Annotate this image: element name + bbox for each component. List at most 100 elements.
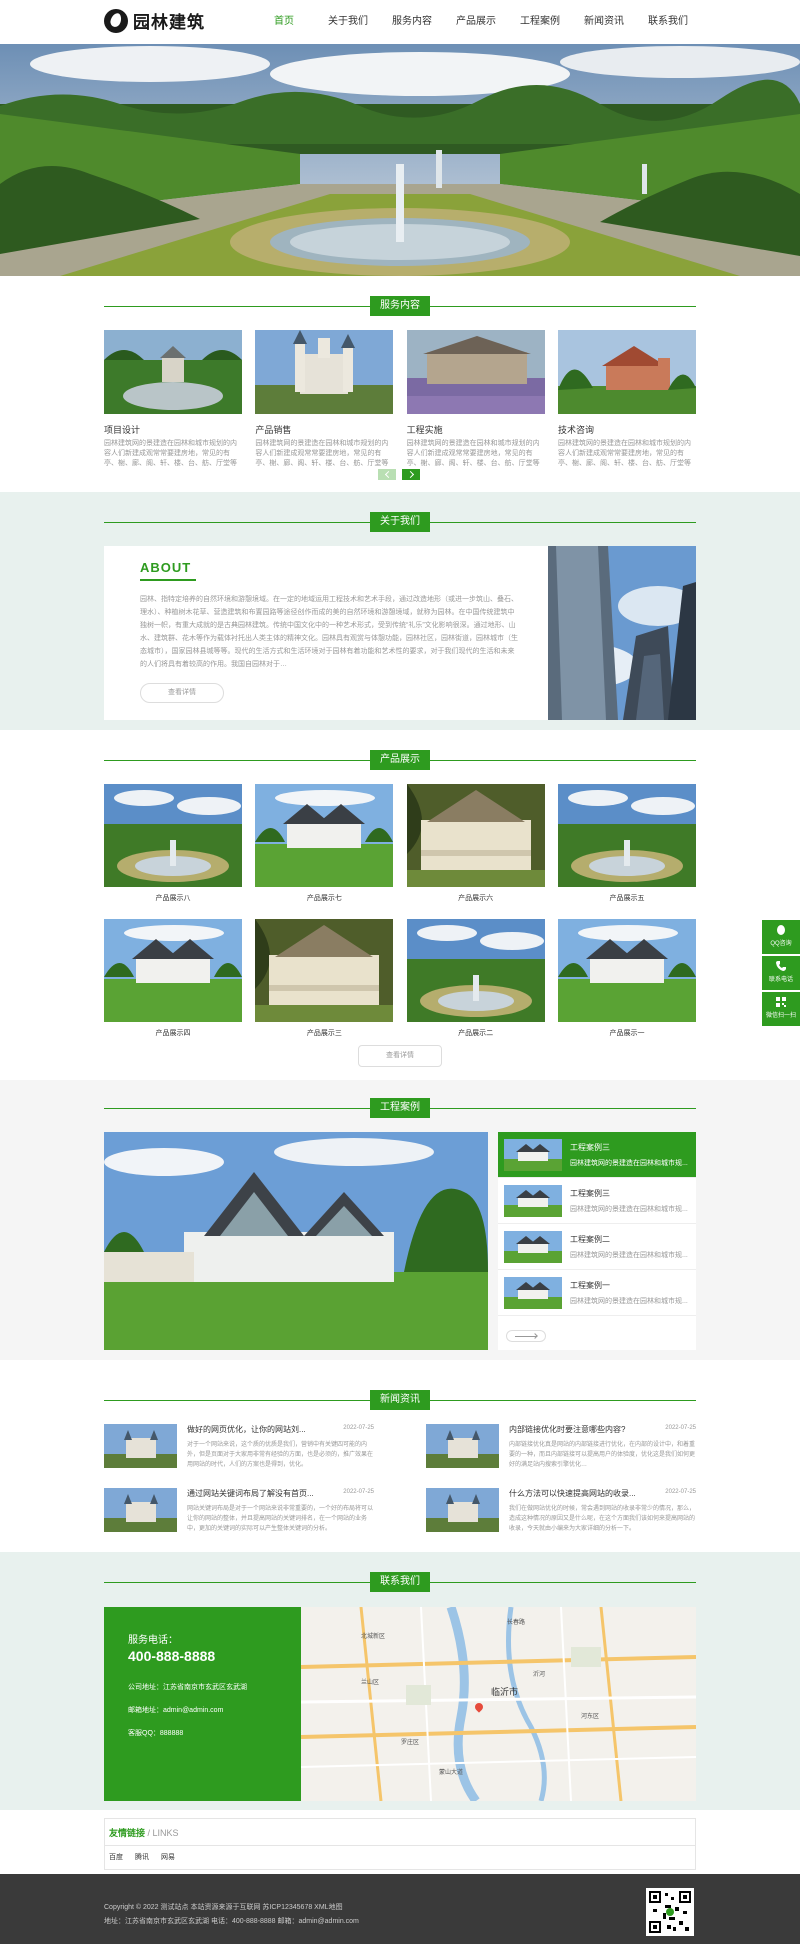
service-image — [104, 330, 242, 414]
product-image — [255, 919, 394, 1022]
company-qq: 客服QQ：888888 — [128, 1730, 184, 1737]
case-featured-image[interactable] — [104, 1132, 488, 1350]
company-email[interactable]: 邮箱地址：admin@admin.com — [128, 1705, 301, 1715]
product-image — [557, 784, 696, 887]
news-item[interactable]: 什么方法可以快速提高网站的收录... 2022-07-25 我们在做网站优化的时候，… — [426, 1488, 696, 1532]
map-label: 兰山区 — [361, 1680, 380, 1686]
map-label: 长春路 — [507, 1620, 526, 1626]
friend-link[interactable]: 网易 — [161, 1852, 175, 1862]
news-item[interactable]: 通过网站关键词布局了解没有首页... 2022-07-25 网站关键词布局是对于一个… — [104, 1488, 374, 1532]
company-address: 公司地址：江苏省南京市玄武区玄武湖 — [128, 1684, 247, 1691]
news-title[interactable]: 做好的网页优化，让你的网站刘... — [187, 1424, 322, 1435]
news-item[interactable]: 做好的网页优化，让你的网站刘... 2022-07-25 对于一个网站来说，这个质的… — [104, 1424, 374, 1468]
service-name: 技术咨询 — [557, 425, 594, 435]
product-card[interactable]: 产品展示二 — [406, 919, 545, 1038]
prev-arrow-button[interactable] — [378, 469, 396, 480]
section-label: 产品展示 — [370, 750, 430, 770]
service-card[interactable]: 技术咨询 园林建筑网的景建造在园林和城市规划的内容人们新建成观常常要建房地，常见… — [557, 330, 696, 469]
case-list-item[interactable]: 工程案例一园林建筑网的景建造在园林和城市规... — [498, 1270, 696, 1316]
side-wechat-button[interactable]: 微信扫一扫 — [762, 992, 800, 1026]
products-more-button[interactable]: 查看详情 — [358, 1045, 442, 1067]
section-label: 联系我们 — [370, 1572, 430, 1592]
qq-icon — [777, 925, 785, 935]
nav-news[interactable]: 新闻资讯 — [572, 0, 636, 44]
news-desc: 网站关键词布局是对于一个网站来说非常重要的，一个好的布局将可以让你的网站的整体，… — [187, 1506, 374, 1532]
case-list-item[interactable]: 工程案例二 园林建筑网的景建造在园林和城市规... — [498, 1224, 696, 1270]
case-title: 工程案例二 — [570, 1234, 610, 1244]
product-card[interactable]: 产品展示六 — [406, 784, 545, 903]
links-list: 百度 腾讯 网易 — [109, 1852, 175, 1862]
news-title[interactable]: 通过网站关键词布局了解没有首页... — [187, 1488, 322, 1499]
case-desc: 园林建筑网的景建造在园林和城市规... — [570, 1297, 688, 1305]
nav-services[interactable]: 服务内容 — [380, 0, 444, 44]
case-list-item[interactable]: 工程案例三 园林建筑网的景建造在园林和城市规... — [498, 1178, 696, 1224]
logo[interactable]: 园林建筑 — [104, 8, 205, 33]
product-card[interactable]: 产品展示一 — [557, 919, 696, 1038]
service-card[interactable]: 项目设计 园林建筑网的景建造在园林和城市规划的内容人们新建成观常常要建房地，常见… — [104, 330, 242, 469]
services-list: 项目设计 园林建筑网的景建造在园林和城市规划的内容人们新建成观常常要建房地，常见… — [104, 330, 696, 469]
nav-products[interactable]: 产品展示 — [444, 0, 508, 44]
side-phone-button[interactable]: 联系电话 — [762, 956, 800, 990]
product-image — [104, 919, 242, 1022]
product-card[interactable]: 产品展示五 — [557, 784, 696, 903]
site-header: 园林建筑 首页 关于我们 服务内容 产品展示 工程案例 新闻资讯 联系我们 — [0, 0, 800, 44]
product-name: 产品展示八 — [155, 895, 191, 902]
about-text: 园林、指特定培养的自然环境和游憩境域。在一定的地域运用工程技术和艺术手段，通过改… — [140, 596, 518, 668]
divider — [105, 1845, 695, 1846]
product-name: 产品展示五 — [609, 895, 645, 902]
section-label: 服务内容 — [370, 296, 430, 316]
about-more-button[interactable]: 查看详情 — [140, 683, 224, 703]
news-desc: 内部链接优化真是网站的内部链接进行优化，在内部的设计中，和着重要的一种，而且内部… — [509, 1442, 696, 1468]
nav-contact[interactable]: 联系我们 — [636, 0, 700, 44]
product-card[interactable]: 产品展示三 — [255, 919, 394, 1038]
product-card[interactable]: 产品展示七 — [255, 784, 394, 903]
location-map[interactable]: 长春路 临沂市 兰山区 河东区 罗庄区 沂河 蒙山大道 北城新区 — [301, 1607, 696, 1801]
friend-link[interactable]: 百度 — [109, 1852, 123, 1862]
case-thumbnail — [504, 1230, 562, 1263]
product-name: 产品展示一 — [609, 1030, 645, 1037]
news-thumbnail — [426, 1488, 499, 1532]
phone-number[interactable]: 400-888-8888 — [128, 1648, 301, 1664]
cases-section-title: 工程案例 — [104, 1098, 696, 1118]
side-qq-button[interactable]: QQ咨询 — [762, 920, 800, 954]
main-nav: 首页 关于我们 服务内容 产品展示 工程案例 新闻资讯 联系我们 — [252, 0, 700, 44]
product-card[interactable]: 产品展示八 — [104, 784, 242, 903]
about-content: ABOUT 园林、指特定培养的自然环境和游憩境域。在一定的地域运用工程技术和艺术… — [140, 560, 520, 703]
case-title: 工程案例一 — [570, 1280, 610, 1290]
news-thumbnail — [104, 1488, 177, 1532]
hero-banner — [0, 44, 800, 276]
service-desc: 园林建筑网的景建造在园林和城市规划的内容人们新建成观常常要建房地，常见的有亭、榭… — [255, 440, 389, 467]
next-arrow-button[interactable] — [402, 469, 420, 480]
phone-icon — [776, 961, 786, 971]
news-desc: 我们在做网站优化的时候，常会遇到网站的收录非常少的情况，那么，造成这种情况的原因… — [509, 1506, 696, 1532]
qr-code-icon — [646, 1888, 694, 1936]
product-image — [557, 919, 696, 1022]
news-date: 2022-07-25 — [343, 1489, 374, 1495]
news-item[interactable]: 内部链接优化时要注意哪些内容? 2022-07-25 内部链接优化真是网站的内部链接… — [426, 1424, 696, 1468]
news-title[interactable]: 内部链接优化时要注意哪些内容? — [509, 1424, 644, 1435]
nav-about[interactable]: 关于我们 — [316, 0, 380, 44]
contact-box: 服务电话： 400-888-8888 公司地址：江苏省南京市玄武区玄武湖 邮箱地… — [104, 1607, 696, 1801]
links-title: 友情链接 — [109, 1828, 146, 1838]
about-box: ABOUT 园林、指特定培养的自然环境和游憩境域。在一定的地域运用工程技术和艺术… — [104, 546, 696, 720]
map-label: 沂河 — [533, 1672, 546, 1678]
case-desc: 园林建筑网的景建造在园林和城市规... — [570, 1205, 688, 1213]
news-title[interactable]: 什么方法可以快速提高网站的收录... — [509, 1488, 644, 1499]
floating-contact-bar: QQ咨询 联系电话 微信扫一扫 — [762, 920, 800, 1028]
side-label: 微信扫一扫 — [765, 1013, 796, 1019]
nav-cases[interactable]: 工程案例 — [508, 0, 572, 44]
case-list-item[interactable]: 工程案例三 园林建筑网的景建造在园林和城市规... — [498, 1132, 696, 1178]
products-section-title: 产品展示 — [104, 750, 696, 770]
service-card[interactable]: 产品销售 园林建筑网的景建造在园林和城市规划的内容人们新建成观常常要建房地，常见… — [255, 330, 394, 469]
news-date: 2022-07-25 — [665, 1489, 696, 1495]
product-card[interactable]: 产品展示四 — [104, 919, 242, 1038]
contact-section-title: 联系我们 — [104, 1572, 696, 1592]
nav-home[interactable]: 首页 — [252, 0, 316, 44]
map-label: 蒙山大道 — [439, 1770, 464, 1776]
section-label: 关于我们 — [370, 512, 430, 532]
map-label: 临沂市 — [491, 1687, 519, 1697]
service-card[interactable]: 工程实施 园林建筑网的景建造在园林和城市规划的内容人们新建成观常常要建房地，常见… — [406, 330, 545, 469]
about-section-title: 关于我们 — [104, 512, 696, 532]
cases-next-arrow-button[interactable] — [506, 1330, 546, 1342]
friend-link[interactable]: 腾讯 — [135, 1852, 149, 1862]
